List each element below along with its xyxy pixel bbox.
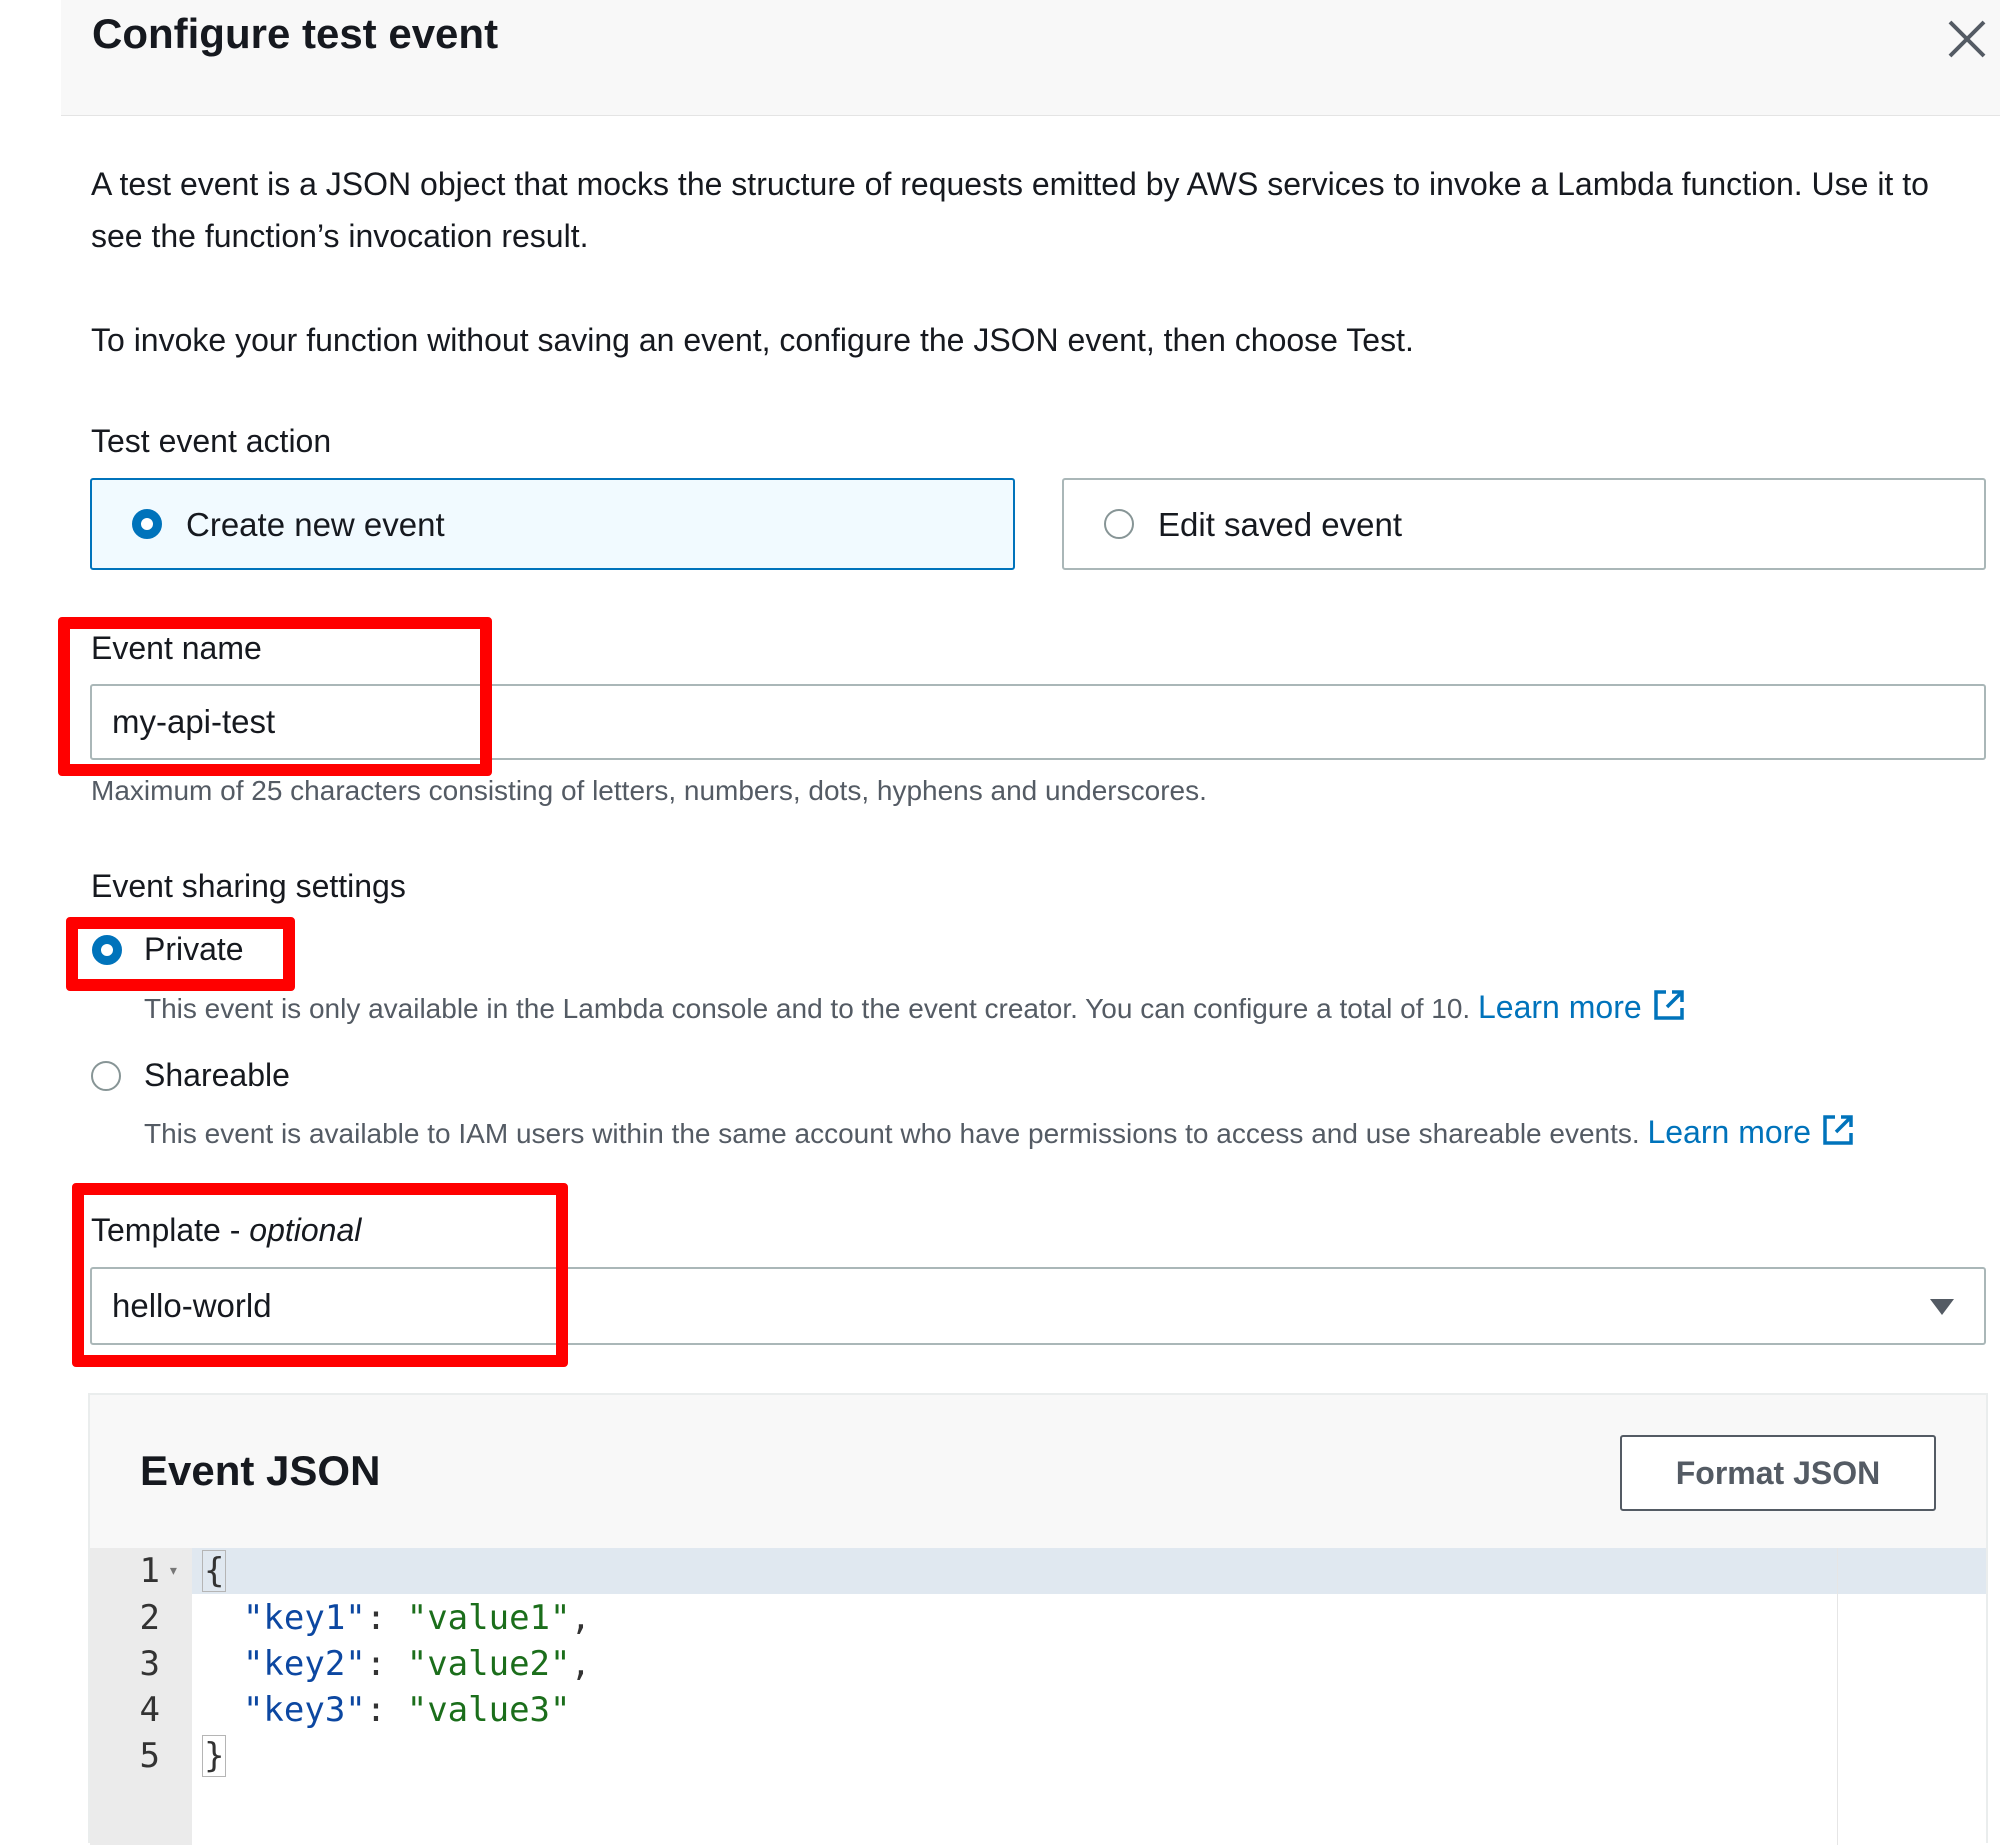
code-line: { xyxy=(202,1550,227,1592)
event-name-hint: Maximum of 25 characters consisting of l… xyxy=(91,775,1207,806)
json-value: "value3" xyxy=(406,1690,571,1730)
line-number: 1 xyxy=(139,1551,160,1591)
code-line: "key1": "value1", xyxy=(202,1598,591,1638)
line-number: 3 xyxy=(139,1644,160,1684)
external-link-icon xyxy=(1823,1115,1853,1145)
shareable-description: This event is available to IAM users wit… xyxy=(144,1113,1855,1151)
json-comma: , xyxy=(570,1598,591,1638)
json-separator: : xyxy=(365,1690,407,1730)
code-line: } xyxy=(202,1735,227,1777)
print-margin xyxy=(1837,1548,1838,1845)
event-json-title: Event JSON xyxy=(140,1447,381,1494)
shareable-description-text: This event is available to IAM users wit… xyxy=(144,1118,1640,1149)
intro-paragraph-2: To invoke your function without saving a… xyxy=(91,322,1414,358)
json-key: "key1" xyxy=(242,1598,366,1638)
external-link-icon xyxy=(1653,990,1684,1020)
format-json-button[interactable]: Format JSON xyxy=(1620,1435,1936,1511)
create-new-event-radio[interactable] xyxy=(132,509,162,539)
fold-arrow-icon[interactable]: ▾ xyxy=(168,1560,179,1581)
json-key: "key3" xyxy=(242,1690,366,1730)
json-value: "value1" xyxy=(406,1598,571,1638)
open-brace: { xyxy=(202,1550,227,1592)
create-new-event-tile[interactable]: Create new event xyxy=(90,478,1015,570)
edit-saved-event-label: Edit saved event xyxy=(1158,506,1402,543)
close-brace: } xyxy=(202,1735,227,1777)
json-separator: : xyxy=(365,1598,407,1638)
private-learn-more-text: Learn more xyxy=(1478,989,1642,1025)
line-number: 2 xyxy=(139,1598,160,1638)
shareable-learn-more-link[interactable]: Learn more xyxy=(1647,1114,1855,1150)
shareable-radio[interactable] xyxy=(91,1061,121,1091)
json-value: "value2" xyxy=(406,1644,571,1684)
shareable-label: Shareable xyxy=(144,1057,290,1093)
json-key: "key2" xyxy=(242,1644,366,1684)
code-line: "key3": "value3" xyxy=(202,1690,571,1730)
create-new-event-label: Create new event xyxy=(186,506,445,543)
private-description: This event is only available in the Lamb… xyxy=(144,988,1686,1026)
code-line: "key2": "value2", xyxy=(202,1644,591,1684)
line-number: 4 xyxy=(139,1690,160,1730)
test-event-action-label: Test event action xyxy=(91,423,332,459)
json-comma: , xyxy=(570,1644,591,1684)
shareable-learn-more-text: Learn more xyxy=(1647,1114,1812,1150)
modal-title: Configure test event xyxy=(92,10,499,57)
event-sharing-label: Event sharing settings xyxy=(91,868,406,904)
caret-down-icon xyxy=(1930,1299,1954,1315)
private-description-text: This event is only available in the Lamb… xyxy=(144,993,1471,1024)
edit-saved-event-radio[interactable] xyxy=(1104,509,1134,539)
highlight-private xyxy=(66,917,295,991)
highlight-template xyxy=(72,1183,568,1367)
private-learn-more-link[interactable]: Learn more xyxy=(1478,989,1686,1025)
active-line-highlight xyxy=(90,1548,1986,1594)
line-number: 5 xyxy=(139,1736,160,1776)
json-code-editor[interactable]: 1 ▾ 2 3 4 5 { "key1": "value1", "key2": … xyxy=(90,1548,1986,1845)
json-separator: : xyxy=(365,1644,407,1684)
intro-paragraph: A test event is a JSON object that mocks… xyxy=(91,166,1929,254)
close-icon[interactable] xyxy=(1942,14,1992,64)
event-json-panel: Event JSON Format JSON 1 ▾ 2 3 4 5 { "ke… xyxy=(88,1393,1988,1845)
highlight-event-name xyxy=(58,617,492,776)
edit-saved-event-tile[interactable]: Edit saved event xyxy=(1062,478,1986,570)
